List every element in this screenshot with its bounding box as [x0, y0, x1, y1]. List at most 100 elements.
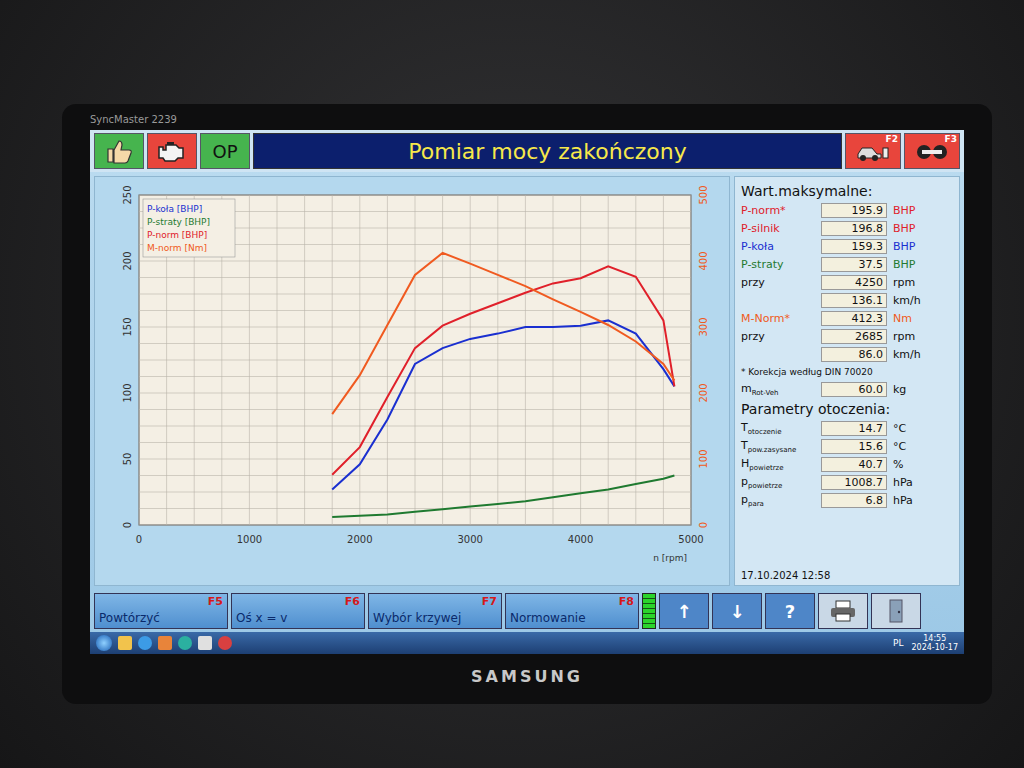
value-field: 15.6: [821, 439, 887, 454]
value-unit: km/h: [893, 348, 921, 361]
edge-icon[interactable]: [178, 636, 192, 650]
series-line: [332, 476, 674, 518]
start-icon[interactable]: [96, 635, 112, 651]
value-row: 136.1km/h: [741, 292, 953, 309]
left-tick: 100: [122, 383, 133, 402]
toolbar: OP Pomiar mocy zakończony F2 F3: [90, 130, 964, 172]
function-key-code: F5: [208, 595, 223, 608]
clock-date: 2024-10-17: [912, 643, 959, 652]
value-field: 1008.7: [821, 475, 887, 490]
function-key[interactable]: Normowanie F8: [505, 593, 639, 629]
value-label: przy: [741, 330, 815, 343]
grid-line: [139, 492, 691, 493]
ambient-row: Tpow.zasysane15.6°C: [741, 438, 953, 455]
plot-area: [139, 195, 691, 525]
value-unit: BHP: [893, 240, 915, 253]
value-label: mRot-Veh: [741, 382, 815, 397]
nav-button[interactable]: ?: [765, 593, 815, 629]
value-unit: %: [893, 458, 903, 471]
clock[interactable]: 14:552024-10-17: [912, 634, 959, 652]
nav-button[interactable]: ↓: [712, 593, 762, 629]
value-field: 159.3: [821, 239, 887, 254]
key-label: F3: [945, 134, 957, 144]
grid-line: [139, 426, 691, 427]
ok-button[interactable]: [94, 133, 144, 169]
grid-line: [139, 195, 691, 196]
function-key-label: Normowanie: [510, 612, 586, 625]
value-field: 60.0: [821, 382, 887, 397]
grid-line: [139, 294, 691, 295]
function-key[interactable]: PowtórzyćF5: [94, 593, 228, 629]
value-label: P-norm*: [741, 204, 815, 217]
exit-button[interactable]: [871, 593, 921, 629]
function-button[interactable]: F2: [845, 133, 901, 169]
thumbs-up-icon: [104, 137, 134, 165]
window-title: Pomiar mocy zakończony: [408, 139, 686, 164]
function-key-code: F8: [619, 595, 634, 608]
app-icon[interactable]: [218, 636, 232, 650]
photo-stage: SyncMaster 2239 OP Pomiar mocy zakończony F…: [0, 0, 1024, 768]
grid-line: [139, 409, 691, 410]
value-row: M-Norm*412.3Nm: [741, 310, 953, 327]
legend-item: P-norm [BHP]: [147, 230, 207, 240]
value-field: 2685: [821, 329, 887, 344]
legend-item: P-koła [BHP]: [147, 204, 202, 214]
function-key-label: Wybór krzywej: [373, 612, 461, 625]
bezel-bottom: SAMSUNG: [90, 654, 964, 698]
value-label: Totoczenie: [741, 421, 815, 436]
right-tick: 300: [698, 317, 709, 336]
status-indicator: [642, 593, 656, 629]
series-line: [332, 253, 674, 414]
title-bar: Pomiar mocy zakończony: [253, 133, 842, 169]
op-button[interactable]: OP: [200, 133, 250, 169]
bezel-top: SyncMaster 2239: [90, 108, 964, 130]
left-tick: 0: [122, 522, 133, 528]
system-tray: PL 14:552024-10-17: [893, 634, 958, 652]
function-key[interactable]: Wybór krzywej F7: [368, 593, 502, 629]
ambient-title: Parametry otoczenia:: [741, 399, 953, 419]
value-unit: rpm: [893, 276, 915, 289]
legend-item: P-straty [BHP]: [147, 217, 210, 227]
folder-icon[interactable]: [118, 636, 132, 650]
grid-line: [139, 442, 691, 443]
function-button[interactable]: F3: [904, 133, 960, 169]
print-button[interactable]: [818, 593, 868, 629]
door-icon: [884, 598, 908, 624]
value-label: ppowietrze: [741, 475, 815, 490]
values-panel: Wart.maksymalne:P-norm*195.9BHPP-silnik1…: [734, 176, 960, 586]
value-unit: BHP: [893, 222, 915, 235]
nav-button[interactable]: ↑: [659, 593, 709, 629]
grid-line: [139, 277, 691, 278]
grid-line: [139, 376, 691, 377]
value-unit: BHP: [893, 204, 915, 217]
engine-button[interactable]: [147, 133, 197, 169]
left-tick: 200: [122, 251, 133, 270]
grid-line: [139, 261, 691, 262]
printer-icon: [828, 599, 858, 623]
left-tick: 150: [122, 317, 133, 336]
car-icon: [856, 140, 890, 162]
mass-row: mRot-Veh60.0kg: [741, 381, 953, 398]
value-unit: °C: [893, 422, 906, 435]
x-tick: 3000: [457, 534, 482, 545]
power-chart: 010002000300040005000n [rpm]050100150200…: [95, 181, 725, 581]
ambient-row: Hpowietrze40.7%: [741, 456, 953, 473]
value-label: przy: [741, 276, 815, 289]
ambient-row: Totoczenie14.7°C: [741, 420, 953, 437]
x-tick: 1000: [237, 534, 262, 545]
value-label: Hpowietrze: [741, 457, 815, 472]
x-axis-label: n [rpm]: [653, 553, 687, 563]
app-icon[interactable]: [198, 636, 212, 650]
media-icon[interactable]: [158, 636, 172, 650]
language-indicator[interactable]: PL: [893, 638, 903, 648]
taskbar-icons: [96, 635, 232, 651]
value-label: M-Norm*: [741, 312, 815, 325]
value-unit: hPa: [893, 476, 913, 489]
function-key[interactable]: Oś x = vF6: [231, 593, 365, 629]
chart-panel: 010002000300040005000n [rpm]050100150200…: [94, 176, 730, 586]
value-row: P-straty37.5BHP: [741, 256, 953, 273]
browser-icon[interactable]: [138, 636, 152, 650]
value-label: P-straty: [741, 258, 815, 271]
function-key-code: F7: [482, 595, 497, 608]
function-key-bar: PowtórzyćF5Oś x = vF6 Wybór krzywej F7 Norm…: [90, 590, 964, 632]
